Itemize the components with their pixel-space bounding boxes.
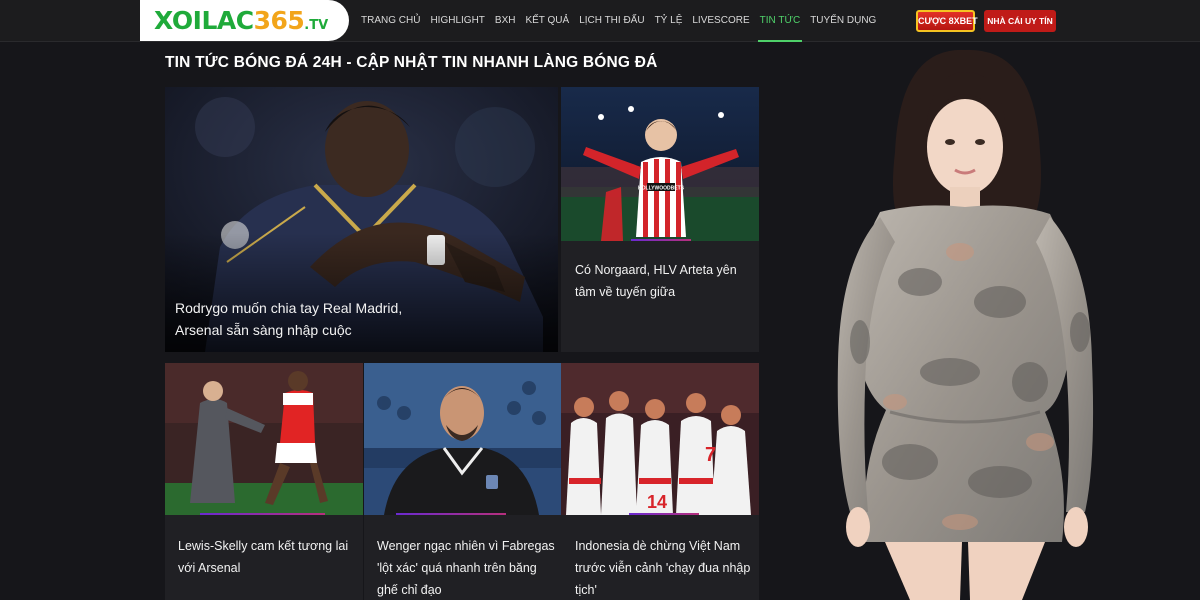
featured-article-card[interactable]: Rodrygo muốn chia tay Real Madrid, Arsen… xyxy=(165,87,558,352)
site-logo[interactable]: XOILAC365.TV xyxy=(154,6,328,41)
logo-text-tld: .TV xyxy=(304,18,329,33)
article-title[interactable]: Có Norgaard, HLV Arteta yên tâm về tuyến… xyxy=(575,259,747,303)
nav-item-4[interactable]: KẾT QUẢ xyxy=(520,0,574,42)
bet-button[interactable]: CƯỢC 8XBET xyxy=(916,10,978,32)
thumbnail-accent-bar xyxy=(200,513,325,515)
jersey-number: 7 xyxy=(705,444,716,466)
article-thumbnail[interactable] xyxy=(364,363,561,515)
logo-text-main: XOILAC xyxy=(154,6,254,35)
thumbnail-accent-bar xyxy=(631,239,691,241)
article-card[interactable]: 7 14 Indonesia dè chừng Việt Nam trước v… xyxy=(561,363,759,600)
featured-article-title[interactable]: Rodrygo muốn chia tay Real Madrid, Arsen… xyxy=(175,297,405,341)
nav-item-6[interactable]: TỶ LỆ xyxy=(650,0,688,42)
thumbnail-accent-bar xyxy=(396,513,506,515)
nav-item-8[interactable]: TIN TỨC xyxy=(755,0,806,42)
logo-text-number: 365 xyxy=(253,6,305,35)
article-card[interactable]: Wenger ngạc nhiên vì Fabregas 'lột xác' … xyxy=(364,363,561,600)
article-thumbnail[interactable]: 7 14 xyxy=(561,363,759,515)
jersey-number: 14 xyxy=(647,492,667,512)
side-banner-image[interactable] xyxy=(800,42,1140,600)
shirt-sponsor-text: HOLLYWOODBETS xyxy=(638,186,685,192)
nav-item-9[interactable]: TUYỂN DỤNG xyxy=(805,0,881,42)
thumbnail-accent-bar xyxy=(629,513,699,515)
article-title[interactable]: Lewis-Skelly cam kết tương lai với Arsen… xyxy=(178,535,353,579)
trusted-bookmaker-button[interactable]: NHÀ CÁI UY TÍN xyxy=(984,10,1056,32)
main-nav: TRANG CHỦ HIGHLIGHT BXH KẾT QUẢ LỊCH THI ĐẤU… xyxy=(356,0,881,42)
nav-item-1[interactable]: TRANG CHỦ xyxy=(356,0,425,42)
article-title[interactable]: Wenger ngạc nhiên vì Fabregas 'lột xác' … xyxy=(377,535,555,600)
nav-item-5[interactable]: LỊCH THI ĐẤU xyxy=(574,0,649,42)
nav-item-3[interactable]: BXH xyxy=(490,0,521,42)
nav-item-2[interactable]: HIGHLIGHT xyxy=(425,0,489,42)
top-header: XOILAC365.TV TRANG CHỦ HIGHLIGHT BXH KẾT QU… xyxy=(0,0,1200,42)
article-title[interactable]: Indonesia dè chừng Việt Nam trước viễn c… xyxy=(575,535,751,600)
article-card[interactable]: HOLLYWOODBETS Có Norgaard, HLV Arteta yê… xyxy=(561,87,759,352)
article-card[interactable]: Lewis-Skelly cam kết tương lai với Arsen… xyxy=(165,363,363,600)
nav-item-7[interactable]: LIVESCORE xyxy=(687,0,754,42)
article-thumbnail[interactable] xyxy=(165,363,363,515)
article-thumbnail[interactable]: HOLLYWOODBETS xyxy=(561,87,759,241)
page-title: TIN TỨC BÓNG ĐÁ 24H - CẬP NHẬT TIN NHANH… xyxy=(165,54,658,71)
